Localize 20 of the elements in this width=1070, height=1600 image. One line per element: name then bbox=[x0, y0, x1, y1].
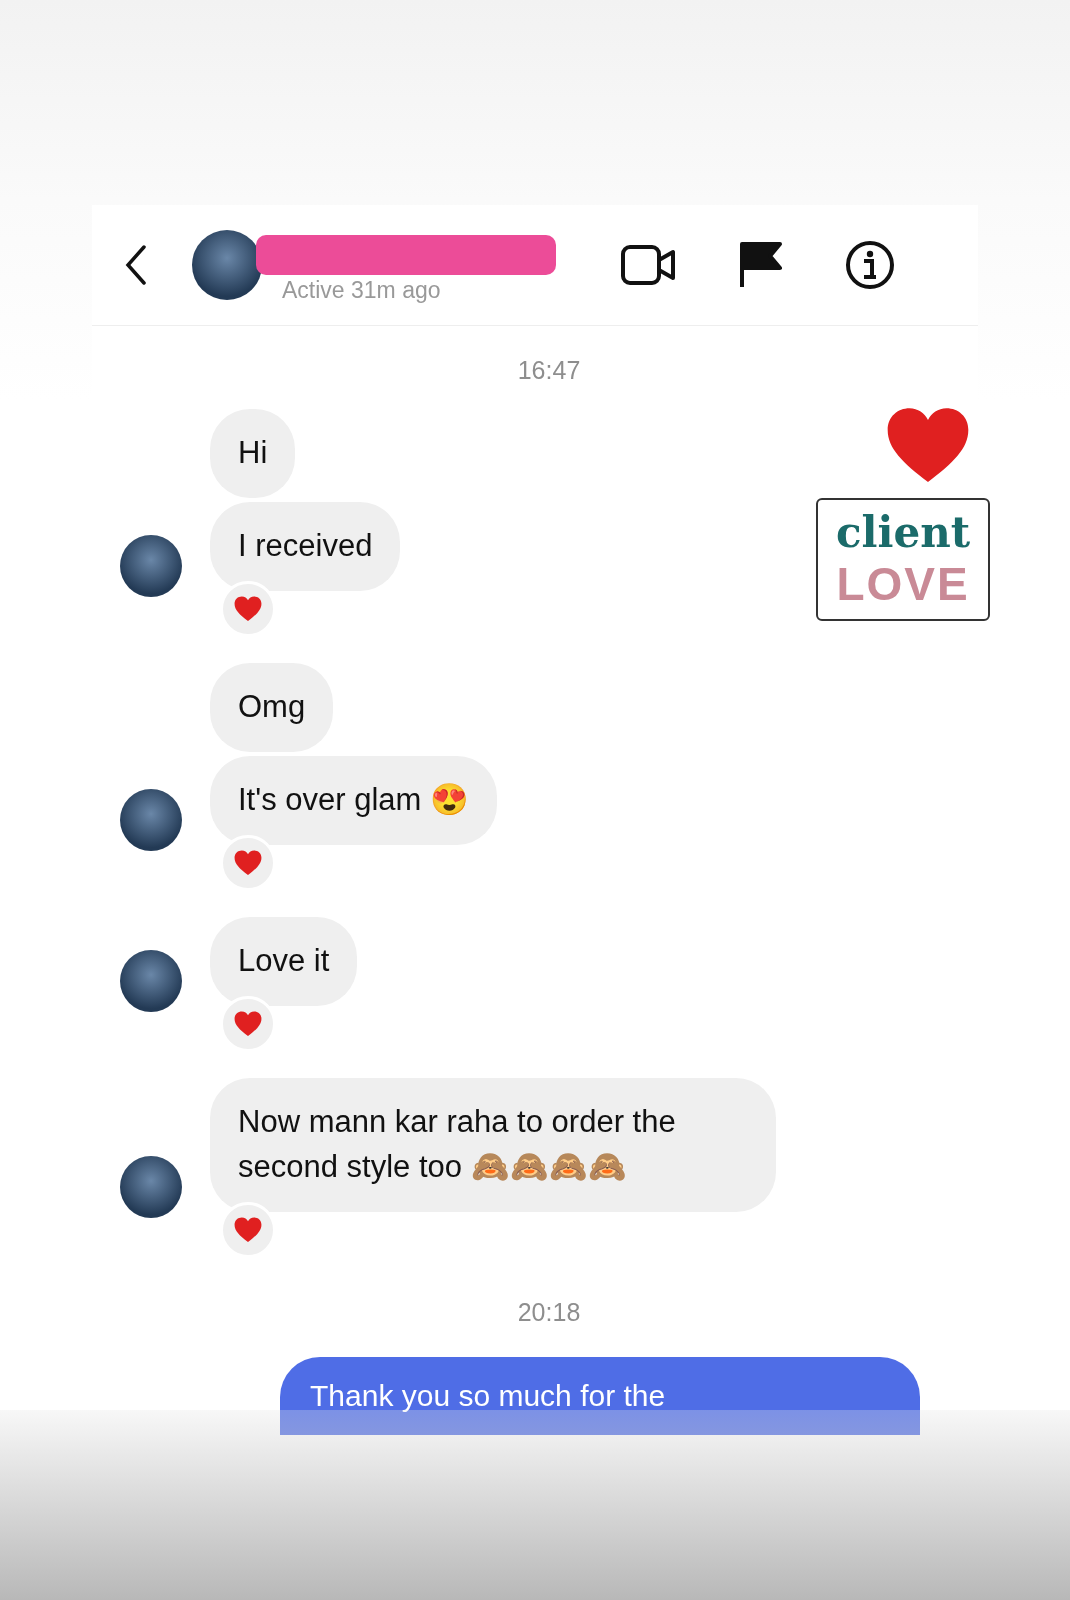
video-call-icon[interactable] bbox=[620, 244, 676, 286]
timestamp: 20:18 bbox=[516, 1297, 582, 1327]
message-bubble: Now mann kar raha to order the second style too 🙈🙈🙈🙈 bbox=[210, 1077, 776, 1212]
active-status: Active 31m ago bbox=[282, 277, 441, 304]
heart-icon bbox=[234, 595, 262, 622]
message-bubble: It's over glam 😍 bbox=[210, 755, 497, 845]
sticker-text: LOVE bbox=[836, 557, 970, 611]
message-bubble: I received bbox=[210, 501, 401, 591]
sticker-text: client bbox=[835, 508, 971, 557]
heart-icon bbox=[234, 1216, 262, 1243]
timestamp: 16:47 bbox=[516, 356, 582, 385]
flag-icon[interactable] bbox=[738, 241, 782, 289]
message-bubble: Hi bbox=[210, 409, 296, 498]
heart-icon bbox=[234, 849, 262, 876]
message-bubble: Thank you so much for the bbox=[280, 1356, 920, 1435]
message-bubble: Omg bbox=[210, 662, 334, 752]
info-icon[interactable] bbox=[844, 239, 896, 291]
back-icon[interactable] bbox=[124, 245, 148, 285]
heart-icon bbox=[234, 1010, 262, 1037]
message-bubble: Love it bbox=[210, 916, 358, 1006]
